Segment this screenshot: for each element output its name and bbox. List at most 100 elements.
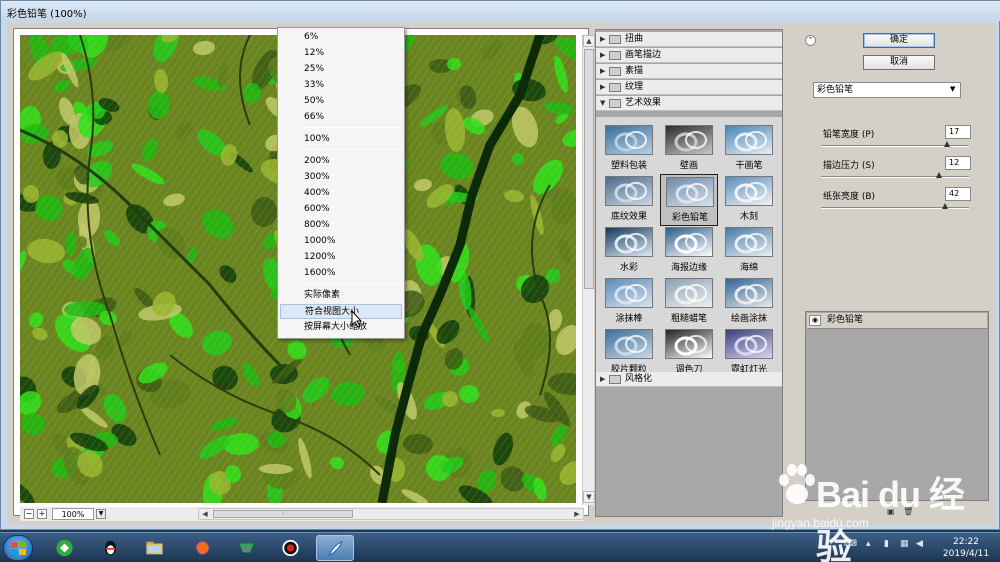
zoom-menu-item[interactable]: 600% [280, 202, 402, 217]
record-icon [282, 539, 299, 557]
filter-preview-image [665, 125, 713, 155]
ok-button[interactable]: 确定 [863, 33, 935, 48]
vertical-scroll-thumb[interactable] [584, 49, 594, 289]
zoom-menu-item[interactable]: 400% [280, 186, 402, 201]
filter-category-label: 素描 [625, 66, 644, 76]
preview-bottom-bar: − + 100% ▼ ◀ ⦙ ▶ [20, 507, 584, 521]
filter-category[interactable]: ▶ 画笔描边 [596, 48, 782, 63]
filter-preview-image [725, 329, 773, 359]
filter-category-label: 扭曲 [625, 34, 644, 44]
preview-vertical-scrollbar[interactable]: ▲ ▼ [582, 35, 595, 505]
title-bar[interactable]: 彩色铅笔 (100%) [1, 1, 1000, 21]
folder-icon [609, 35, 621, 44]
baidu-watermark: Bai du 经验 jingyan.baidu.com [772, 460, 992, 562]
filter-thumbnail[interactable]: 壁画 [660, 123, 718, 175]
parameter-slider-handle[interactable] [936, 172, 942, 178]
expanded-triangle-icon[interactable]: ▼ [600, 96, 605, 110]
filter-category-label: 风格化 [625, 374, 653, 384]
parameter-value-input[interactable]: 42 [945, 187, 971, 201]
scroll-right-icon[interactable]: ▶ [571, 509, 583, 519]
filter-thumbnail[interactable]: 海绵 [720, 225, 778, 277]
windows-logo-icon [11, 542, 26, 555]
filter-preview-image [665, 278, 713, 308]
filter-select-value: 彩色铅笔 [817, 85, 854, 95]
zoom-menu-item[interactable]: 1200% [280, 250, 402, 265]
zoom-menu-item[interactable]: 1600% [280, 266, 402, 281]
scroll-down-icon[interactable]: ▼ [583, 491, 595, 503]
filter-thumbnail[interactable]: 木刻 [720, 174, 778, 226]
filter-thumbnail[interactable]: 底纹效果 [600, 174, 658, 226]
filter-select[interactable]: 彩色铅笔 ▼ [813, 82, 961, 98]
zoom-menu-item[interactable]: 66% [280, 110, 402, 125]
cancel-button[interactable]: 取消 [863, 55, 935, 70]
parameter-slider-handle[interactable] [944, 141, 950, 147]
parameter-label: 铅笔宽度 (P) [823, 130, 875, 140]
filter-category[interactable]: ▶ 素描 [596, 64, 782, 79]
filter-category[interactable]: ▶ 纹理 [596, 80, 782, 95]
zoom-menu-item[interactable]: 1000% [280, 234, 402, 249]
zoom-menu-item[interactable]: 6% [280, 30, 402, 45]
taskbar-app-qq[interactable] [92, 535, 130, 561]
zoom-menu-item[interactable]: 800% [280, 218, 402, 233]
zoom-in-button[interactable]: + [37, 509, 47, 519]
zoom-menu-item[interactable]: 33% [280, 78, 402, 93]
parameter-value-input[interactable]: 12 [945, 156, 971, 170]
media-player-icon [239, 543, 254, 553]
zoom-dropdown-icon[interactable]: ▼ [96, 509, 106, 519]
filter-thumbnail[interactable]: 干画笔 [720, 123, 778, 175]
eye-icon[interactable]: ◉ [809, 315, 821, 326]
taskbar-app-browser[interactable] [46, 535, 84, 561]
filter-category-label: 画笔描边 [625, 50, 662, 60]
parameter-value-input[interactable]: 17 [945, 125, 971, 139]
zoom-menu-item[interactable]: 25% [280, 62, 402, 77]
dialog-body: ▲ ▼ − + 100% ▼ ◀ ⦙ ▶ 6% 12% 25% 33% 50% 66% 10… [7, 23, 995, 525]
collapsed-triangle-icon[interactable]: ▶ [600, 64, 605, 78]
taskbar-app-recorder[interactable] [272, 535, 310, 561]
filter-gallery-window: 彩色铅笔 (100%) ▲ ▼ − + 100% ▼ ◀ ⦙ ▶ 6% 12% … [0, 0, 1000, 530]
filter-thumbnail[interactable]: 水彩 [600, 225, 658, 277]
filter-label: 干画笔 [735, 161, 763, 171]
taskbar-app-explorer[interactable] [136, 535, 174, 561]
scroll-up-icon[interactable]: ▲ [583, 35, 595, 47]
scroll-left-icon[interactable]: ◀ [199, 509, 211, 519]
zoom-menu-item[interactable]: 100% [280, 132, 402, 147]
collapsed-triangle-icon[interactable]: ▶ [600, 80, 605, 94]
taskbar-app-firefox[interactable] [184, 535, 222, 561]
collapsed-triangle-icon[interactable]: ▶ [600, 48, 605, 62]
taskbar-app-media[interactable] [228, 535, 266, 561]
filter-label: 涂抹棒 [615, 314, 643, 324]
zoom-level-field[interactable]: 100% [52, 508, 94, 520]
zoom-menu-item[interactable]: 50% [280, 94, 402, 109]
parameter-slider-handle[interactable] [942, 203, 948, 209]
browser-icon [56, 539, 73, 557]
collapsed-triangle-icon[interactable]: ▶ [600, 32, 605, 46]
collapse-gallery-icon[interactable]: ⌃ [805, 35, 816, 46]
zoom-menu-item[interactable]: 实际像素 [280, 288, 402, 303]
horizontal-scroll-thumb[interactable]: ⦙ [213, 510, 353, 518]
filter-thumbnail[interactable]: 绘画涂抹 [720, 276, 778, 328]
filter-preview-image [665, 329, 713, 359]
zoom-menu-item[interactable]: 符合视图大小 [280, 304, 402, 319]
parameter-slider-track[interactable] [821, 176, 969, 178]
watermark-url: jingyan.baidu.com [772, 516, 869, 530]
zoom-menu-item[interactable]: 300% [280, 170, 402, 185]
preview-horizontal-scrollbar[interactable]: ◀ ⦙ ▶ [198, 508, 584, 520]
start-button[interactable] [3, 535, 33, 561]
effect-layer-row[interactable]: ◉ 彩色铅笔 [807, 313, 987, 329]
zoom-out-button[interactable]: − [24, 509, 34, 519]
filter-category[interactable]: ▶ 风格化 [596, 372, 782, 387]
filter-thumbnail[interactable]: 粗糙蜡笔 [660, 276, 718, 328]
filter-thumbnail[interactable]: 涂抹棒 [600, 276, 658, 328]
filter-gallery: 塑料包装 壁画 干画笔 底纹效果 彩色铅笔 木刻 水彩 海报边缘 海绵 涂抹棒 粗糙蜡笔 绘画涂抹 胶片… [595, 29, 783, 517]
filter-category[interactable]: ▼ 艺术效果 [596, 96, 782, 111]
zoom-menu-item[interactable]: 12% [280, 46, 402, 61]
zoom-menu-item[interactable]: 按屏幕大小缩放 [280, 320, 402, 335]
filter-thumbnail[interactable]: 塑料包装 [600, 123, 658, 175]
filter-category[interactable]: ▶ 扭曲 [596, 32, 782, 47]
filter-thumbnail[interactable]: 彩色铅笔 [660, 174, 718, 226]
zoom-menu-item[interactable]: 200% [280, 154, 402, 169]
filter-thumbnail[interactable]: 海报边缘 [660, 225, 718, 277]
taskbar-app-photoshop-feather[interactable] [316, 535, 354, 561]
filter-preview-image [725, 125, 773, 155]
collapsed-triangle-icon[interactable]: ▶ [600, 372, 605, 386]
